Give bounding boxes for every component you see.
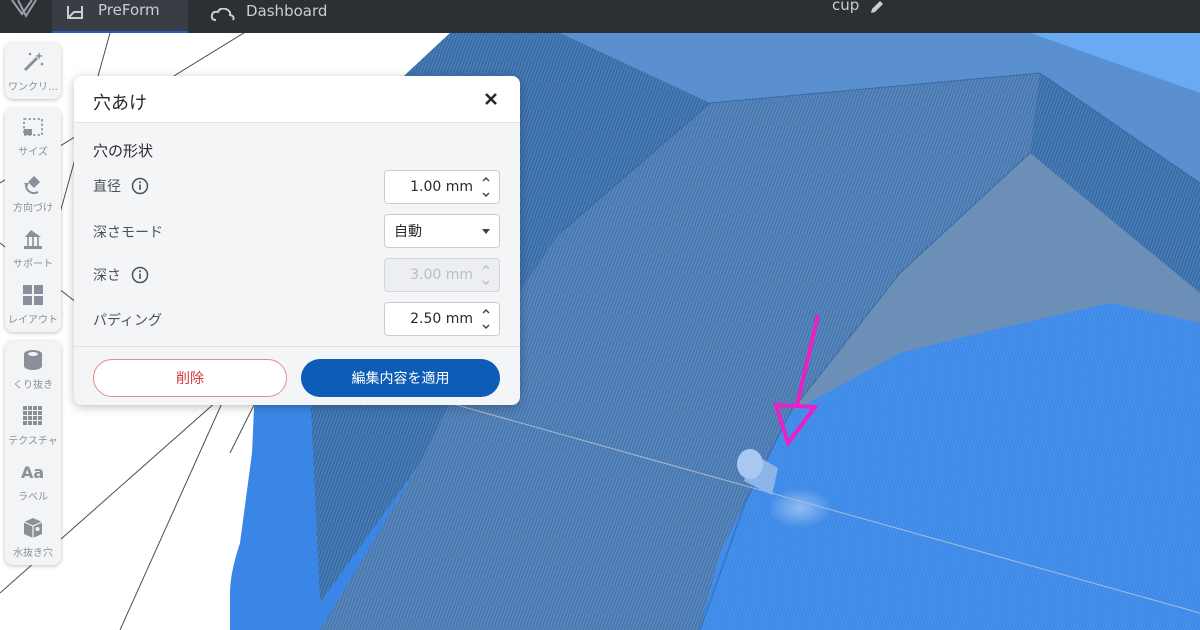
magic-wand-icon [23, 52, 44, 72]
depth-mode-select[interactable]: 自動 [384, 214, 500, 248]
tab-dashboard[interactable]: Dashboard [196, 0, 341, 33]
pencil-icon[interactable] [869, 0, 885, 14]
depth-mode-value: 自動 [394, 224, 422, 240]
tool-one-click[interactable]: ワンクリ… [5, 43, 61, 99]
supports-icon [24, 230, 42, 249]
orientation-icon [24, 176, 40, 195]
info-icon[interactable] [131, 266, 149, 284]
padding-stepper[interactable] [481, 308, 491, 330]
depth-mode-label: 深さモード [93, 225, 163, 241]
cloud-icon [210, 7, 235, 21]
toolbar-group-prepare: サイズ 方向づけ サポート レイアウト [5, 108, 61, 332]
tab-preform-label: PreForm [98, 0, 160, 19]
tab-dashboard-label: Dashboard [246, 1, 328, 20]
tool-label: レイアウト [8, 315, 58, 326]
tool-supports[interactable]: サポート [5, 220, 61, 276]
tool-label-text[interactable]: Aa ラベル [5, 453, 61, 509]
toolbar-group-modify: くり抜き テクスチャ Aa ラベル 水抜き穴 [5, 341, 61, 565]
diameter-row-label: 直径 [93, 176, 149, 196]
padding-label: パディング [93, 313, 163, 329]
dialog-divider [74, 346, 520, 347]
tool-label: ワンクリ… [8, 82, 58, 93]
chevron-up-icon[interactable] [481, 308, 491, 315]
close-icon [485, 93, 497, 105]
tool-label: 方向づけ [13, 203, 53, 214]
tool-label: くり抜き [13, 380, 53, 391]
diameter-input[interactable]: 1.00 mm [384, 170, 500, 204]
apply-edits-button[interactable]: 編集内容を適用 [301, 359, 500, 397]
padding-input[interactable]: 2.50 mm [384, 302, 500, 336]
depth-value: 3.00 mm [410, 267, 473, 283]
chevron-down-icon[interactable] [481, 191, 491, 198]
preform-icon [67, 5, 83, 19]
tool-label: サポート [13, 259, 53, 270]
drain-hole-icon [23, 518, 43, 538]
depth-stepper [481, 264, 491, 286]
depth-mode-row-label: 深さモード [93, 222, 163, 242]
tool-hollow[interactable]: くり抜き [5, 341, 61, 397]
file-name: cup [832, 0, 860, 14]
tool-label: 水抜き穴 [13, 548, 53, 559]
tool-scale[interactable]: サイズ [5, 108, 61, 164]
caret-down-icon [482, 229, 490, 234]
texture-icon [23, 406, 42, 425]
tool-layout[interactable]: レイアウト [5, 276, 61, 332]
toolbar-group-auto: ワンクリ… [5, 43, 61, 99]
file-title[interactable]: cup [832, 0, 885, 18]
section-title: 穴の形状 [93, 142, 154, 160]
dialog-header: 穴あけ [74, 76, 520, 123]
drain-hole-dialog: 穴あけ 穴の形状 直径 1.00 mm 深さモード 自動 深さ 3.00 mm … [74, 76, 520, 405]
tab-preform[interactable]: PreForm [52, 0, 188, 33]
padding-row-label: パディング [93, 310, 162, 330]
formlabs-logo-icon [11, 0, 37, 19]
tool-orientation[interactable]: 方向づけ [5, 164, 61, 220]
svg-text:Aa: Aa [21, 463, 44, 482]
depth-input: 3.00 mm [384, 258, 500, 292]
chevron-up-icon[interactable] [481, 176, 491, 183]
padding-value: 2.50 mm [410, 311, 473, 327]
chevron-down-icon [482, 280, 490, 285]
tool-label: サイズ [18, 147, 48, 158]
scale-icon [23, 118, 43, 136]
info-icon[interactable] [131, 177, 149, 195]
dialog-title: 穴あけ [93, 93, 147, 114]
depth-row-label: 深さ [93, 265, 149, 285]
diameter-label: 直径 [93, 179, 121, 195]
diameter-value: 1.00 mm [410, 179, 473, 195]
hollow-icon [24, 350, 42, 370]
top-bar: PreForm Dashboard cup [0, 0, 1200, 33]
label-icon: Aa [21, 463, 44, 482]
tool-texture[interactable]: テクスチャ [5, 397, 61, 453]
layout-icon [23, 285, 43, 305]
3d-viewport[interactable]: ワンクリ… サイズ 方向づけ サポート レイアウト くり抜き テクスチャ Aa … [0, 33, 1200, 630]
tool-drain-hole[interactable]: 水抜き穴 [5, 509, 61, 565]
delete-button[interactable]: 削除 [93, 359, 287, 397]
depth-label: 深さ [93, 268, 121, 284]
tool-label: テクスチャ [8, 436, 58, 447]
tool-label: ラベル [18, 492, 48, 503]
close-button[interactable] [480, 88, 502, 110]
diameter-stepper[interactable] [481, 176, 491, 198]
chevron-down-icon[interactable] [481, 323, 491, 330]
chevron-up-icon [482, 265, 490, 270]
